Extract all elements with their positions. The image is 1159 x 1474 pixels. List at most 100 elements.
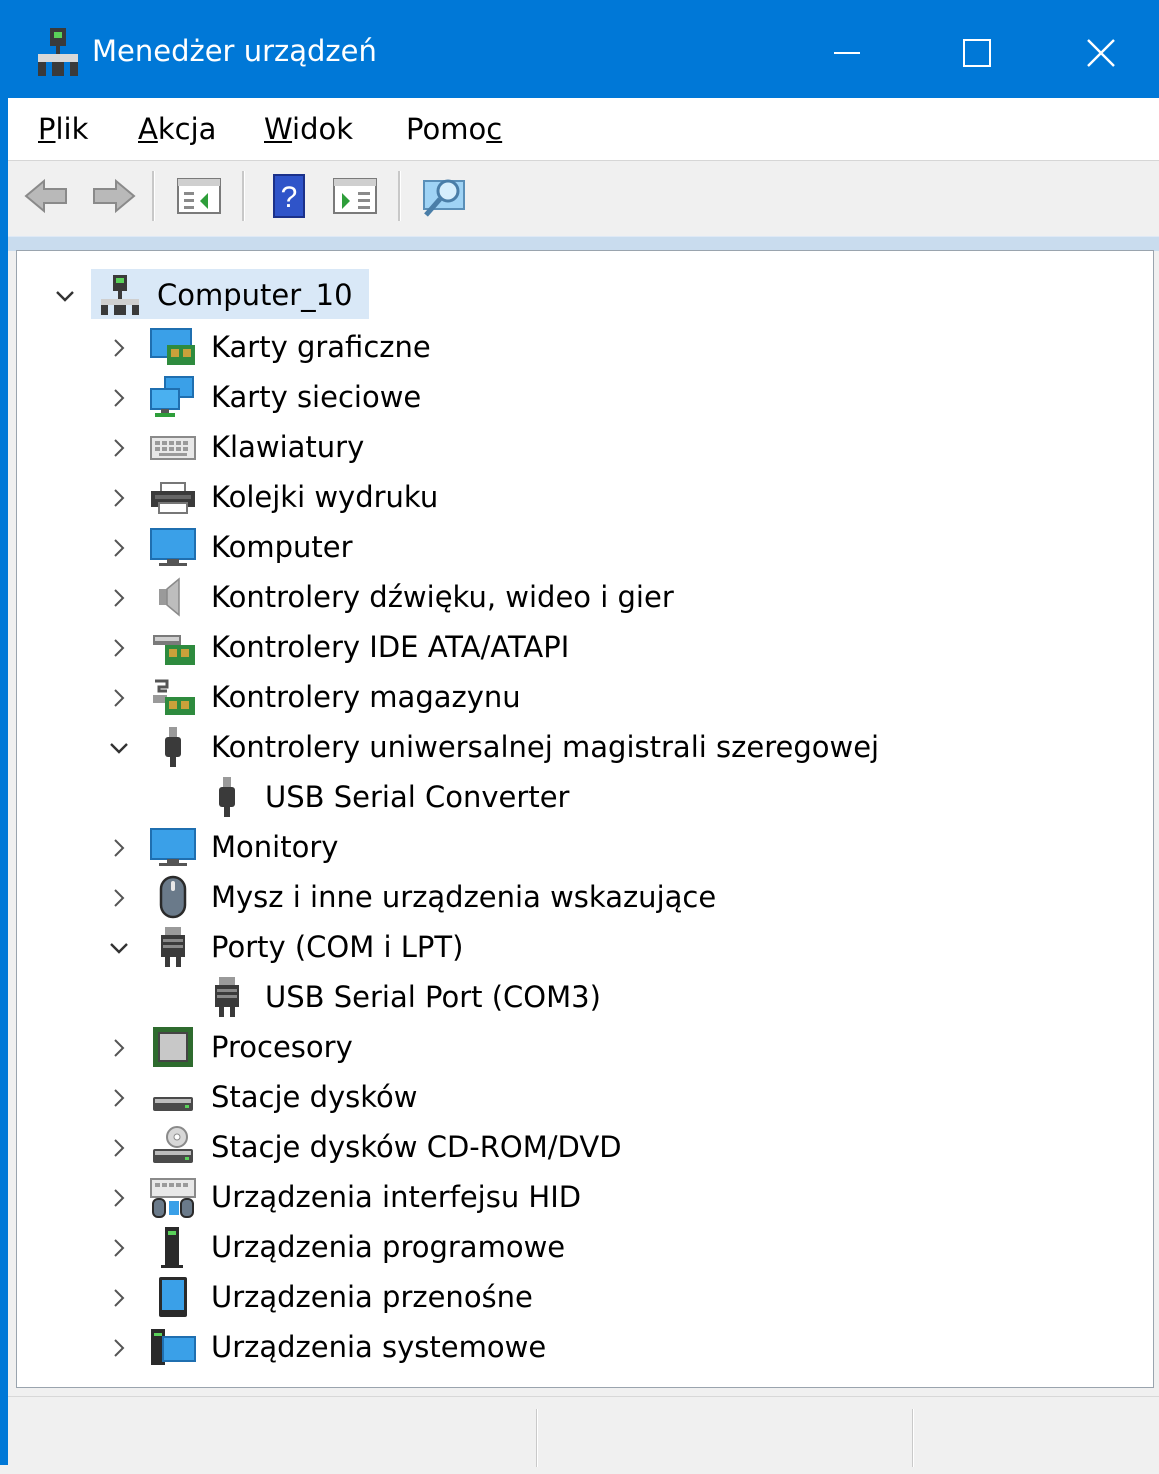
chevron-right-icon[interactable] [107, 1286, 131, 1310]
chevron-right-icon[interactable] [107, 536, 131, 560]
status-bar [8, 1396, 1159, 1474]
processor-icon [153, 1027, 193, 1067]
chevron-down-icon[interactable] [107, 936, 131, 960]
tree-node-kontrolery-ide[interactable]: Kontrolery IDE ATA/ATAPI [17, 623, 1147, 671]
tree-node-label: Kontrolery dźwięku, wideo i gier [211, 580, 674, 614]
chevron-right-icon[interactable] [107, 1136, 131, 1160]
port-icon [161, 927, 185, 967]
disk-drive-icon [153, 1097, 193, 1111]
chevron-right-icon[interactable] [107, 1086, 131, 1110]
display-adapter-icon [150, 328, 195, 365]
device-tree: Computer_10 Karty graficzne Karty siecio… [16, 250, 1154, 1388]
tree-node-przenosne[interactable]: Urządzenia przenośne [17, 1273, 1147, 1321]
menu-label: lik [55, 112, 89, 146]
menu-mnemonic: c [486, 112, 503, 146]
tree-node-mysz[interactable]: Mysz i inne urządzenia wskazujące [17, 873, 1147, 921]
menu-pomoc[interactable]: Pomoc [406, 112, 502, 146]
scan-hardware-icon [423, 179, 465, 217]
forward-button[interactable] [88, 173, 138, 219]
menu-label: kcja [157, 112, 217, 146]
tree-node-label: Kontrolery IDE ATA/ATAPI [211, 630, 570, 664]
chevron-right-icon[interactable] [107, 386, 131, 410]
tree-node-kontrolery-magazynu[interactable]: Kontrolery magazynu [17, 673, 1147, 721]
update-driver-icon [333, 178, 377, 214]
tree-leaf-usb-serial-port[interactable]: USB Serial Port (COM3) [17, 973, 1147, 1021]
header-strip [8, 236, 1159, 251]
chevron-right-icon[interactable] [107, 1036, 131, 1060]
chevron-right-icon[interactable] [107, 1186, 131, 1210]
chevron-down-icon[interactable] [107, 736, 131, 760]
tree-node-porty[interactable]: Porty (COM i LPT) [17, 923, 1147, 971]
chevron-right-icon[interactable] [107, 886, 131, 910]
chevron-right-icon[interactable] [107, 486, 131, 510]
ide-controller-icon [153, 635, 195, 665]
tree-node-label: Karty sieciowe [211, 380, 422, 414]
tree-node-kontrolery-usb[interactable]: Kontrolery uniwersalnej magistrali szere… [17, 723, 1147, 771]
chevron-right-icon[interactable] [107, 1236, 131, 1260]
device-manager-window: Menedżer urządzeń Plik Akcja Widok Pomoc [0, 0, 1159, 1474]
update-driver-button[interactable] [330, 173, 380, 219]
tree-node-hid[interactable]: Urządzenia interfejsu HID [17, 1173, 1147, 1221]
menu-akcja[interactable]: Akcja [138, 112, 216, 146]
menu-widok[interactable]: Widok [264, 112, 353, 146]
tree-node-karty-sieciowe[interactable]: Karty sieciowe [17, 373, 1147, 421]
menu-plik[interactable]: Plik [38, 112, 88, 146]
chevron-right-icon[interactable] [107, 636, 131, 660]
title-bar[interactable]: Menedżer urządzeń [8, 8, 1159, 98]
status-divider [536, 1409, 538, 1467]
chevron-right-icon[interactable] [107, 586, 131, 610]
system-device-icon [151, 1329, 196, 1365]
tree-node-programowe[interactable]: Urządzenia programowe [17, 1223, 1147, 1271]
tree-node-kolejki-wydruku[interactable]: Kolejki wydruku [17, 473, 1147, 521]
tree-node-stacje-dyskow[interactable]: Stacje dysków [17, 1073, 1147, 1121]
hid-icon [150, 1178, 196, 1218]
minimize-button[interactable] [782, 8, 912, 98]
tree-node-cdrom[interactable]: Stacje dysków CD-ROM/DVD [17, 1123, 1147, 1171]
chevron-down-icon[interactable] [53, 284, 77, 308]
tree-node-label: Mysz i inne urządzenia wskazujące [211, 880, 717, 914]
port-icon [215, 977, 239, 1017]
tree-node-klawiatury[interactable]: Klawiatury [17, 423, 1147, 471]
chevron-right-icon[interactable] [107, 686, 131, 710]
chevron-right-icon[interactable] [107, 336, 131, 360]
tree-node-label: Kolejki wydruku [211, 480, 439, 514]
menu-label: Pomo [406, 112, 487, 146]
tree-node-label: Urządzenia systemowe [211, 1330, 547, 1364]
tree-node-karty-graficzne[interactable]: Karty graficzne [17, 323, 1147, 371]
tree-leaf-usb-serial-converter[interactable]: USB Serial Converter [17, 773, 1147, 821]
chevron-right-icon[interactable] [107, 836, 131, 860]
scan-hardware-button[interactable] [418, 173, 468, 219]
network-adapter-icon [150, 376, 194, 417]
back-button[interactable] [22, 173, 72, 219]
properties-button[interactable] [174, 173, 224, 219]
tree-node-label: Urządzenia programowe [211, 1230, 566, 1264]
tree-leaf-label: USB Serial Port (COM3) [265, 980, 601, 1014]
maximize-button[interactable] [912, 8, 1042, 98]
tree-node-kontrolery-dzwieku[interactable]: Kontrolery dźwięku, wideo i gier [17, 573, 1147, 621]
forward-icon [93, 178, 136, 214]
cdrom-icon [153, 1126, 193, 1163]
menu-mnemonic: A [138, 112, 158, 146]
tree-node-label: Kontrolery magazynu [211, 680, 521, 714]
tree-root[interactable]: Computer_10 [17, 271, 617, 319]
toolbar-separator [398, 171, 401, 221]
window-title: Menedżer urządzeń [92, 34, 377, 68]
help-button[interactable]: ? [264, 173, 314, 219]
tree-node-label: Urządzenia przenośne [211, 1280, 533, 1314]
tree-node-label: Procesory [211, 1030, 353, 1064]
close-button[interactable] [1042, 8, 1159, 98]
menu-mnemonic: P [38, 112, 56, 146]
tree-node-label: Karty graficzne [211, 330, 431, 364]
tree-node-komputer[interactable]: Komputer [17, 523, 1147, 571]
help-icon: ? [273, 174, 305, 218]
software-device-icon [161, 1227, 183, 1268]
device-manager-icon [38, 28, 78, 76]
computer-tree-icon [101, 275, 139, 315]
tree-node-procesory[interactable]: Procesory [17, 1023, 1147, 1071]
menu-bar: Plik Akcja Widok Pomoc [8, 98, 1159, 161]
chevron-right-icon[interactable] [107, 1336, 131, 1360]
tree-node-systemowe[interactable]: Urządzenia systemowe [17, 1323, 1147, 1371]
monitor-icon [150, 528, 196, 566]
tree-node-monitory[interactable]: Monitory [17, 823, 1147, 871]
chevron-right-icon[interactable] [107, 436, 131, 460]
